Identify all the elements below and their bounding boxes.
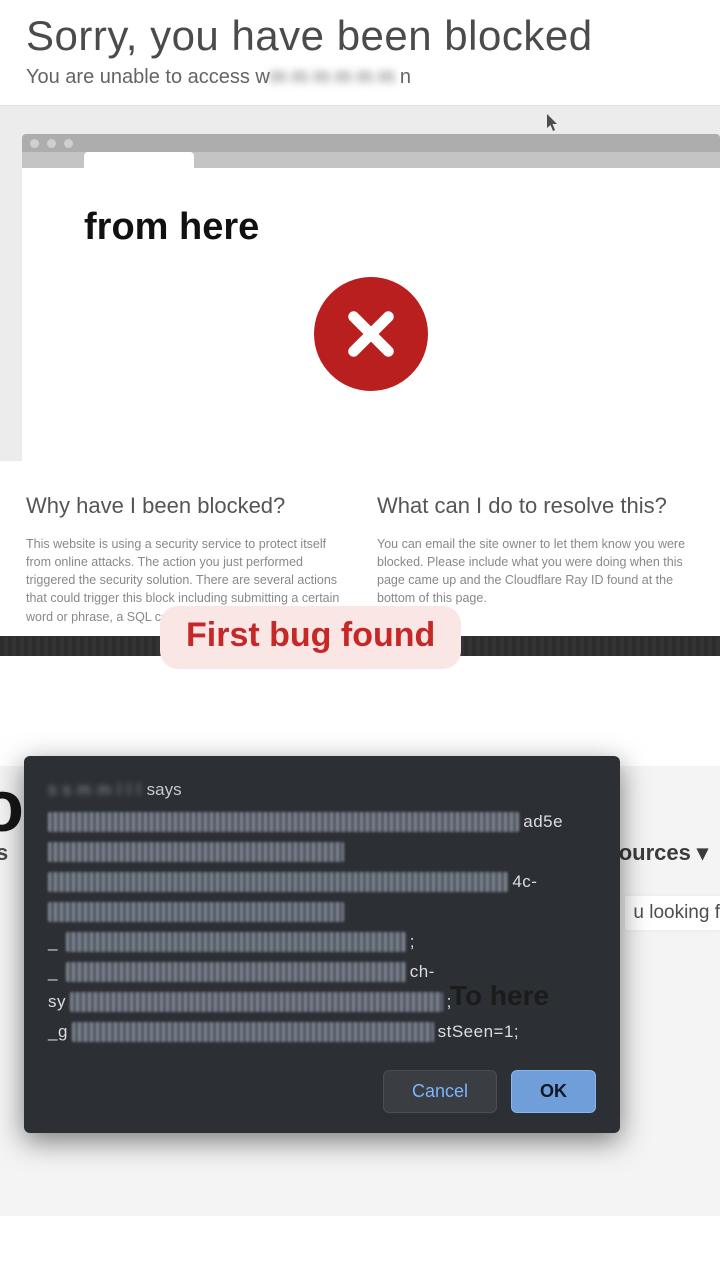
mock-browser: from here	[22, 134, 720, 461]
block-title: Sorry, you have been blocked	[26, 12, 694, 60]
dialog-button-row: Cancel OK	[48, 1070, 596, 1113]
dialog-line-8: _g stSeen=1;	[48, 1022, 596, 1042]
dialog-host-blur: ssmmlll	[48, 780, 147, 799]
traffic-light-dot	[64, 139, 73, 148]
block-subtitle-prefix: You are unable to access w	[26, 66, 270, 88]
why-title: Why have I been blocked?	[26, 493, 343, 519]
block-subtitle-suffix: n	[400, 66, 411, 88]
redacted-smear	[72, 1022, 434, 1042]
redacted-smear	[66, 962, 406, 982]
error-x-icon	[314, 277, 428, 391]
mock-browser-tab	[84, 152, 194, 168]
annotation-to-here: To here	[450, 980, 549, 1012]
mock-browser-tabrow	[22, 152, 720, 168]
mouse-cursor	[0, 106, 720, 134]
dialog-line-6-tail: ch-	[410, 962, 435, 982]
redacted-smear	[48, 902, 344, 922]
dialog-line-1-tail: ad5e	[523, 812, 563, 832]
dialog-line-7-pre: sy	[48, 992, 66, 1012]
dialog-host-says: says	[147, 780, 182, 799]
dialog-line-4	[48, 902, 596, 922]
lower-zone: s ources ▾ u looking f To here ssmmlllsa…	[0, 766, 720, 1216]
bg-word-sources: ources ▾	[619, 840, 708, 866]
traffic-light-dot	[47, 139, 56, 148]
dialog-line-5: _ ;	[48, 932, 596, 952]
dialog-line-5-tail: ;	[410, 932, 415, 952]
cloudflare-block-header: Sorry, you have been blocked You are una…	[0, 0, 720, 105]
redacted-smear	[48, 872, 508, 892]
bg-word-left-s: s	[0, 840, 8, 866]
traffic-light-dot	[30, 139, 39, 148]
annotation-first-bug-found: First bug found	[160, 606, 461, 669]
block-subtitle: You are unable to access wmmmmmmn	[26, 66, 694, 89]
dialog-line-8-tail: stSeen=1;	[438, 1022, 520, 1042]
mock-browser-toolbar	[22, 134, 720, 152]
annotation-from-here: from here	[84, 206, 658, 249]
what-body: You can email the site owner to let them…	[377, 535, 694, 608]
ok-button[interactable]: OK	[511, 1070, 596, 1113]
redacted-smear	[48, 842, 344, 862]
redacted-smear	[48, 812, 519, 832]
dialog-host-line: ssmmlllsays	[48, 780, 596, 800]
what-title: What can I do to resolve this?	[377, 493, 694, 519]
javascript-alert-dialog: ssmmlllsays ad5e 4c- _ ; _ ch- sy	[24, 756, 620, 1133]
grey-band: from here	[0, 105, 720, 461]
cancel-button[interactable]: Cancel	[383, 1070, 497, 1113]
redacted-smear	[66, 932, 406, 952]
bg-word-looking: u looking f	[625, 896, 720, 930]
dialog-line-8-pre: _g	[48, 1022, 68, 1042]
dialog-line-3: 4c-	[48, 872, 596, 892]
dialog-line-1: ad5e	[48, 812, 596, 832]
mock-browser-page: from here	[22, 168, 720, 461]
dialog-line-6: _ ch-	[48, 962, 596, 982]
dialog-line-2	[48, 842, 596, 862]
block-subtitle-blur: mmmmmm	[270, 66, 400, 88]
dialog-line-3-tail: 4c-	[512, 872, 537, 892]
redacted-smear	[70, 992, 443, 1012]
